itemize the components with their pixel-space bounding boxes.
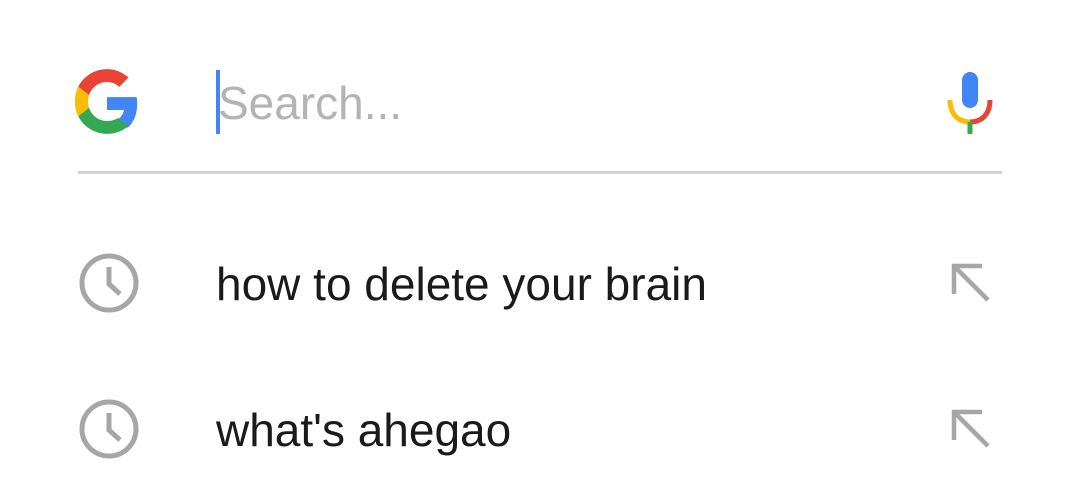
- history-clock-icon: [79, 253, 139, 313]
- search-divider: [78, 171, 1002, 174]
- search-input[interactable]: [218, 70, 878, 136]
- history-clock-icon: [79, 399, 139, 459]
- fill-arrow-icon[interactable]: [948, 406, 994, 452]
- search-bar: [0, 0, 1080, 175]
- suggestion-text: how to delete your brain: [216, 258, 707, 310]
- google-logo-icon[interactable]: [70, 66, 144, 140]
- suggestion-list: how to delete your brain what's ahegao: [0, 212, 1080, 504]
- suggestion-item[interactable]: what's ahegao: [0, 358, 1080, 504]
- microphone-icon[interactable]: [944, 70, 996, 136]
- search-field[interactable]: [212, 70, 892, 136]
- suggestion-item[interactable]: how to delete your brain: [0, 212, 1080, 358]
- suggestion-text: what's ahegao: [216, 404, 512, 456]
- fill-arrow-icon[interactable]: [948, 260, 994, 306]
